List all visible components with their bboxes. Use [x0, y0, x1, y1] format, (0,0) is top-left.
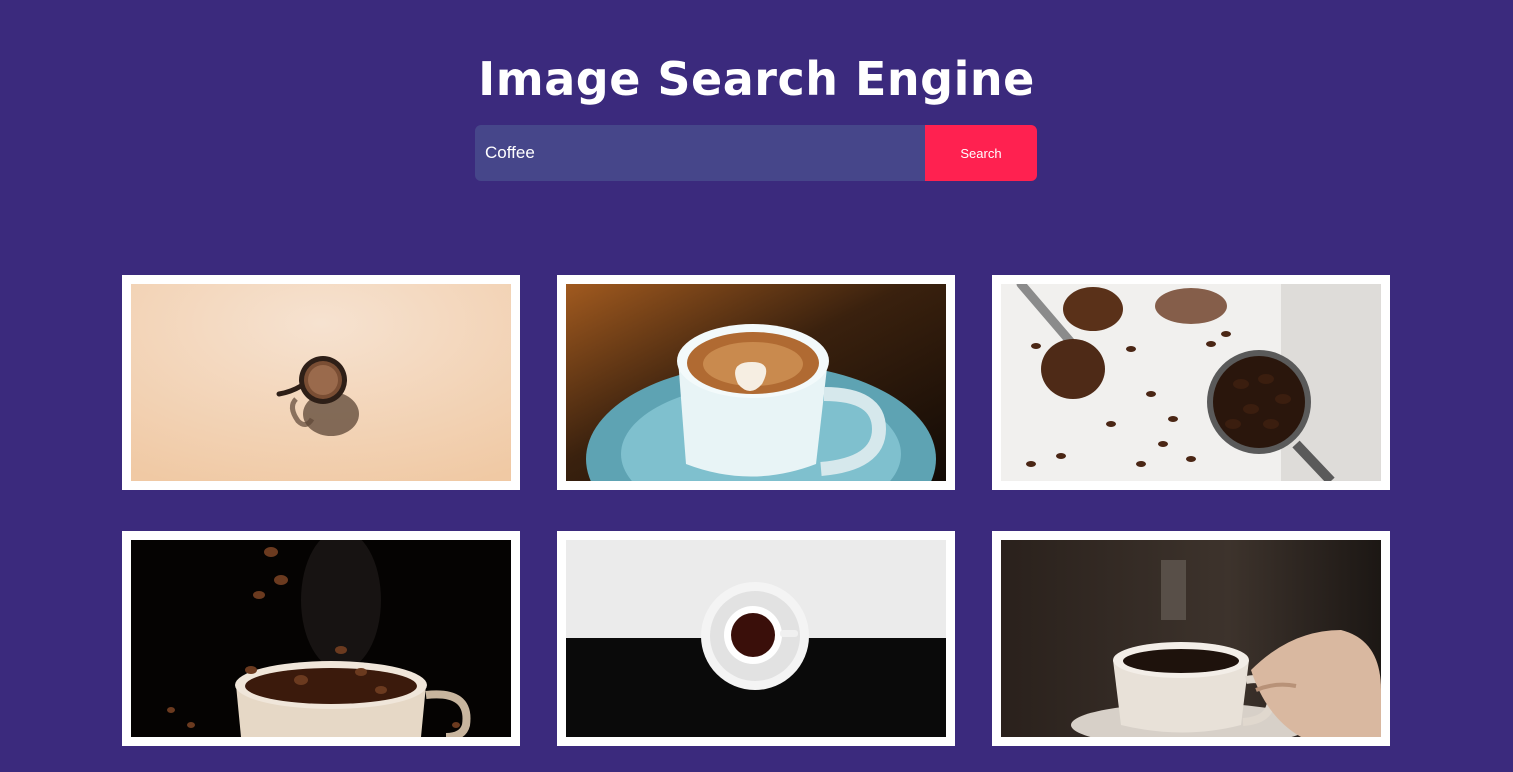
coffee-photo-4 [131, 540, 511, 737]
image-result-card[interactable] [122, 531, 520, 746]
image-result-card[interactable] [557, 531, 955, 746]
coffee-photo-1 [131, 284, 511, 481]
image-result-card[interactable] [557, 275, 955, 490]
coffee-photo-6 [1001, 540, 1381, 737]
image-result-card[interactable] [122, 275, 520, 490]
page-title: Image Search Engine [478, 51, 1035, 106]
coffee-photo-2 [566, 284, 946, 481]
image-result-card[interactable] [992, 275, 1390, 490]
coffee-photo-5 [566, 540, 946, 737]
image-result-card[interactable] [992, 531, 1390, 746]
coffee-photo-3 [1001, 284, 1381, 481]
search-input[interactable] [475, 125, 925, 181]
search-button[interactable]: Search [925, 125, 1037, 181]
search-form: Search [475, 125, 1037, 181]
image-results-grid [122, 275, 1390, 746]
